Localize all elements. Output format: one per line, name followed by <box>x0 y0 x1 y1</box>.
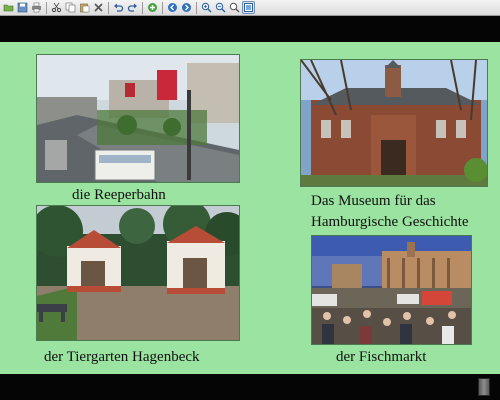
back-icon[interactable] <box>166 1 179 14</box>
caption-reeperbahn: die Reeperbahn <box>72 187 166 203</box>
scrollbar-thumb[interactable] <box>478 378 490 396</box>
caption-museum-line2: Hamburgische Geschichte <box>311 214 469 230</box>
forward-icon[interactable] <box>180 1 193 14</box>
paste-icon[interactable] <box>78 1 91 14</box>
save-icon[interactable] <box>16 1 29 14</box>
copy-icon[interactable] <box>64 1 77 14</box>
zoom-out-icon[interactable] <box>214 1 227 14</box>
fischmarkt-photo <box>311 235 472 345</box>
toolbar-separator <box>142 1 143 14</box>
print-icon[interactable] <box>30 1 43 14</box>
fit-page-icon[interactable] <box>242 1 255 14</box>
toolbar-separator <box>46 1 47 14</box>
open-folder-icon[interactable] <box>2 1 15 14</box>
redo-icon[interactable] <box>126 1 139 14</box>
toolbar-separator <box>196 1 197 14</box>
caption-fischmarkt: der Fischmarkt <box>336 349 427 365</box>
toolbar-separator <box>108 1 109 14</box>
search-icon[interactable] <box>228 1 241 14</box>
toolbar <box>0 0 500 16</box>
add-icon[interactable] <box>146 1 159 14</box>
toolbar-separator <box>162 1 163 14</box>
hagenbeck-photo <box>36 205 240 341</box>
undo-icon[interactable] <box>112 1 125 14</box>
zoom-in-icon[interactable] <box>200 1 213 14</box>
caption-museum-line1: Das Museum für das <box>311 193 436 209</box>
reeperbahn-photo <box>36 54 240 183</box>
slide: die Reeperbahn Das Museum für das Hambur… <box>0 42 500 374</box>
caption-hagenbeck: der Tiergarten Hagenbeck <box>44 349 200 365</box>
museum-photo <box>300 59 488 187</box>
viewer-bottom-margin <box>0 374 500 400</box>
viewer-top-margin <box>0 16 500 42</box>
delete-icon[interactable] <box>92 1 105 14</box>
cut-icon[interactable] <box>50 1 63 14</box>
